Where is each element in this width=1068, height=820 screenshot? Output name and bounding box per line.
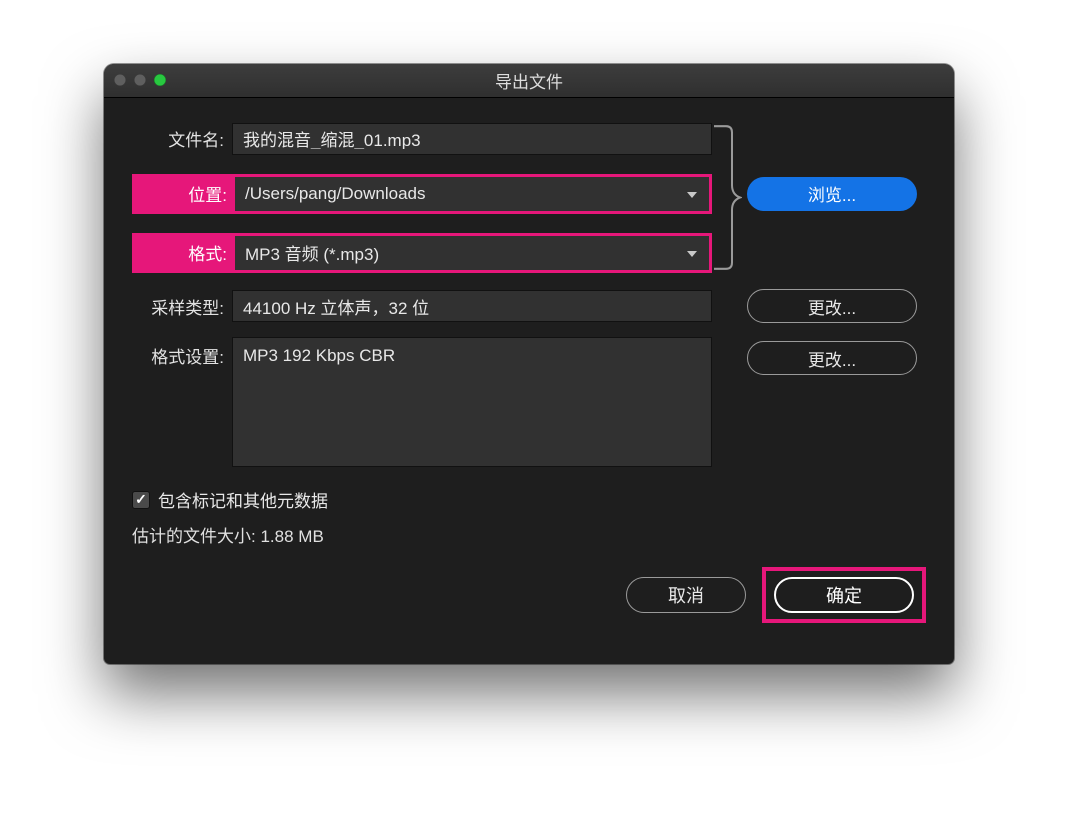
- format-label: 格式:: [132, 233, 235, 273]
- include-metadata-label: 包含标记和其他元数据: [158, 487, 328, 512]
- filename-input[interactable]: [243, 129, 701, 149]
- maximize-window-icon[interactable]: [154, 74, 166, 86]
- format-settings-value: MP3 192 Kbps CBR: [243, 346, 395, 366]
- location-value: /Users/pang/Downloads: [245, 184, 425, 204]
- filename-field[interactable]: [232, 123, 712, 155]
- include-metadata-row: 包含标记和其他元数据: [132, 487, 926, 512]
- window-controls: [114, 74, 166, 86]
- sample-type-value: 44100 Hz 立体声，32 位: [243, 294, 429, 319]
- estimated-filesize: 估计的文件大小: 1.88 MB: [132, 522, 926, 547]
- change-sample-type-button[interactable]: 更改...: [747, 289, 917, 323]
- close-window-icon[interactable]: [114, 74, 126, 86]
- cancel-button[interactable]: 取消: [626, 577, 746, 613]
- filename-label: 文件名:: [132, 123, 232, 155]
- ok-button[interactable]: 确定: [774, 577, 914, 613]
- change-format-settings-button[interactable]: 更改...: [747, 341, 917, 375]
- filesize-label: 估计的文件大小:: [132, 527, 256, 546]
- location-dropdown[interactable]: /Users/pang/Downloads: [232, 174, 712, 214]
- browse-button[interactable]: 浏览...: [747, 177, 917, 211]
- titlebar: 导出文件: [104, 64, 954, 98]
- format-settings-field: MP3 192 Kbps CBR: [232, 337, 712, 467]
- group-bracket: [712, 120, 742, 275]
- location-label: 位置:: [132, 174, 235, 214]
- export-file-dialog: 导出文件 文件名: 浏览... 位置: /Users/pang/Download…: [104, 64, 954, 664]
- format-settings-label: 格式设置:: [132, 337, 232, 467]
- dialog-body: 文件名: 浏览... 位置: /Users/pang/Downloads 格式:…: [104, 98, 954, 641]
- dialog-footer: 取消 确定: [132, 567, 926, 623]
- ok-button-highlight: 确定: [762, 567, 926, 623]
- sample-type-field: 44100 Hz 立体声，32 位: [232, 290, 712, 322]
- format-value: MP3 音频 (*.mp3): [245, 240, 379, 265]
- sample-type-label: 采样类型:: [132, 290, 232, 322]
- window-title: 导出文件: [495, 68, 563, 93]
- include-metadata-checkbox[interactable]: [132, 491, 150, 509]
- filesize-value: 1.88 MB: [260, 527, 323, 546]
- minimize-window-icon[interactable]: [134, 74, 146, 86]
- format-dropdown[interactable]: MP3 音频 (*.mp3): [232, 233, 712, 273]
